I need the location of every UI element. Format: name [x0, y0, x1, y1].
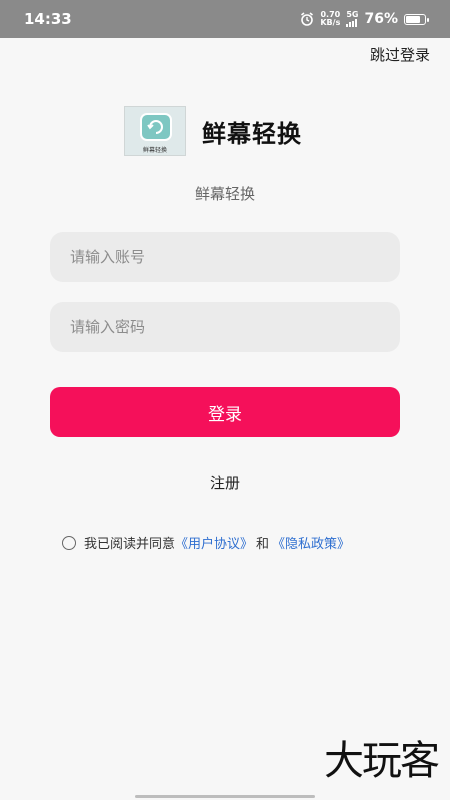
login-button[interactable]: 登录 — [50, 387, 400, 437]
app-brand: 鲜幕轻换 鲜幕轻换 — [124, 106, 302, 156]
battery-icon — [404, 13, 429, 25]
status-bar: 14:33 0.70 KB/s 5G 76% — [0, 0, 450, 38]
agreement-prefix: 我已阅读并同意 — [84, 537, 176, 552]
app-title: 鲜幕轻换 — [202, 119, 302, 148]
agreement-checkbox[interactable] — [62, 535, 76, 550]
signal-indicator: 5G — [346, 11, 358, 27]
account-input[interactable] — [50, 232, 400, 282]
home-indicator[interactable] — [135, 795, 315, 798]
privacy-policy-link[interactable]: 《隐私政策》 — [272, 533, 350, 552]
logo-caption: 鲜幕轻换 — [142, 147, 167, 154]
agreement-row: 我已阅读并同意 《用户协议》 和 《隐私政策》 — [62, 533, 350, 552]
app-subtitle: 鲜幕轻换 — [194, 185, 255, 203]
refresh-icon — [140, 113, 172, 141]
watermark-logo: 大玩客 — [324, 738, 440, 784]
user-agreement-link[interactable]: 《用户协议》 — [175, 533, 253, 552]
network-speed: 0.70 KB/s — [320, 11, 340, 27]
signal-bars-icon — [346, 19, 358, 27]
alarm-icon — [301, 12, 314, 26]
skip-login-button[interactable]: 跳过登录 — [370, 44, 430, 65]
status-icons: 0.70 KB/s 5G 76% — [300, 11, 429, 27]
battery-percent: 76% — [364, 11, 398, 27]
network-type: 5G — [346, 10, 359, 19]
agreement-conjunction: 和 — [256, 537, 270, 552]
status-time: 14:33 — [24, 10, 72, 28]
app-logo: 鲜幕轻换 — [124, 106, 186, 156]
register-link[interactable]: 注册 — [0, 472, 450, 493]
speed-unit: KB/s — [320, 18, 341, 27]
password-input[interactable] — [50, 302, 400, 352]
